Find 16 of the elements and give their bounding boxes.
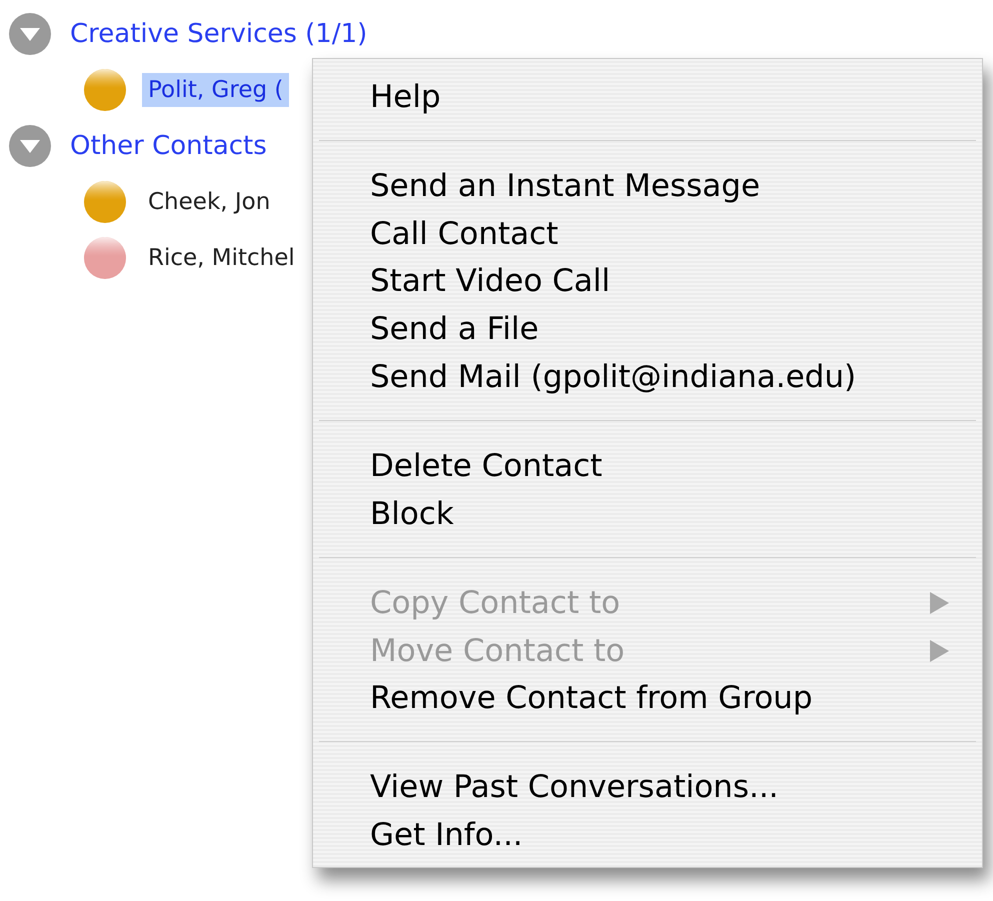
- menu-item[interactable]: Delete Contact: [313, 442, 982, 490]
- menu-item[interactable]: Block: [313, 490, 982, 538]
- menu-item[interactable]: View Past Conversations...: [313, 763, 982, 812]
- menu-item[interactable]: Remove Contact from Group: [313, 674, 982, 722]
- menu-item[interactable]: Send Mail (gpolit@indiana.edu): [313, 353, 982, 402]
- menu-item[interactable]: Send a File: [313, 305, 982, 354]
- contact-name[interactable]: Polit, Greg (: [142, 73, 290, 107]
- contact-name[interactable]: Rice, Mitchel: [142, 241, 301, 275]
- group-label[interactable]: Creative Services (1/1): [70, 19, 368, 49]
- menu-item[interactable]: Get Info...: [313, 811, 982, 859]
- menu-item[interactable]: Start Video Call: [313, 258, 982, 306]
- menu-item[interactable]: Help: [313, 73, 982, 121]
- menu-item[interactable]: Send an Instant Message: [313, 162, 982, 210]
- menu-item[interactable]: Call Contact: [313, 210, 982, 258]
- contact-name[interactable]: Cheek, Jon: [142, 185, 276, 219]
- group-label[interactable]: Other Contacts: [70, 131, 267, 161]
